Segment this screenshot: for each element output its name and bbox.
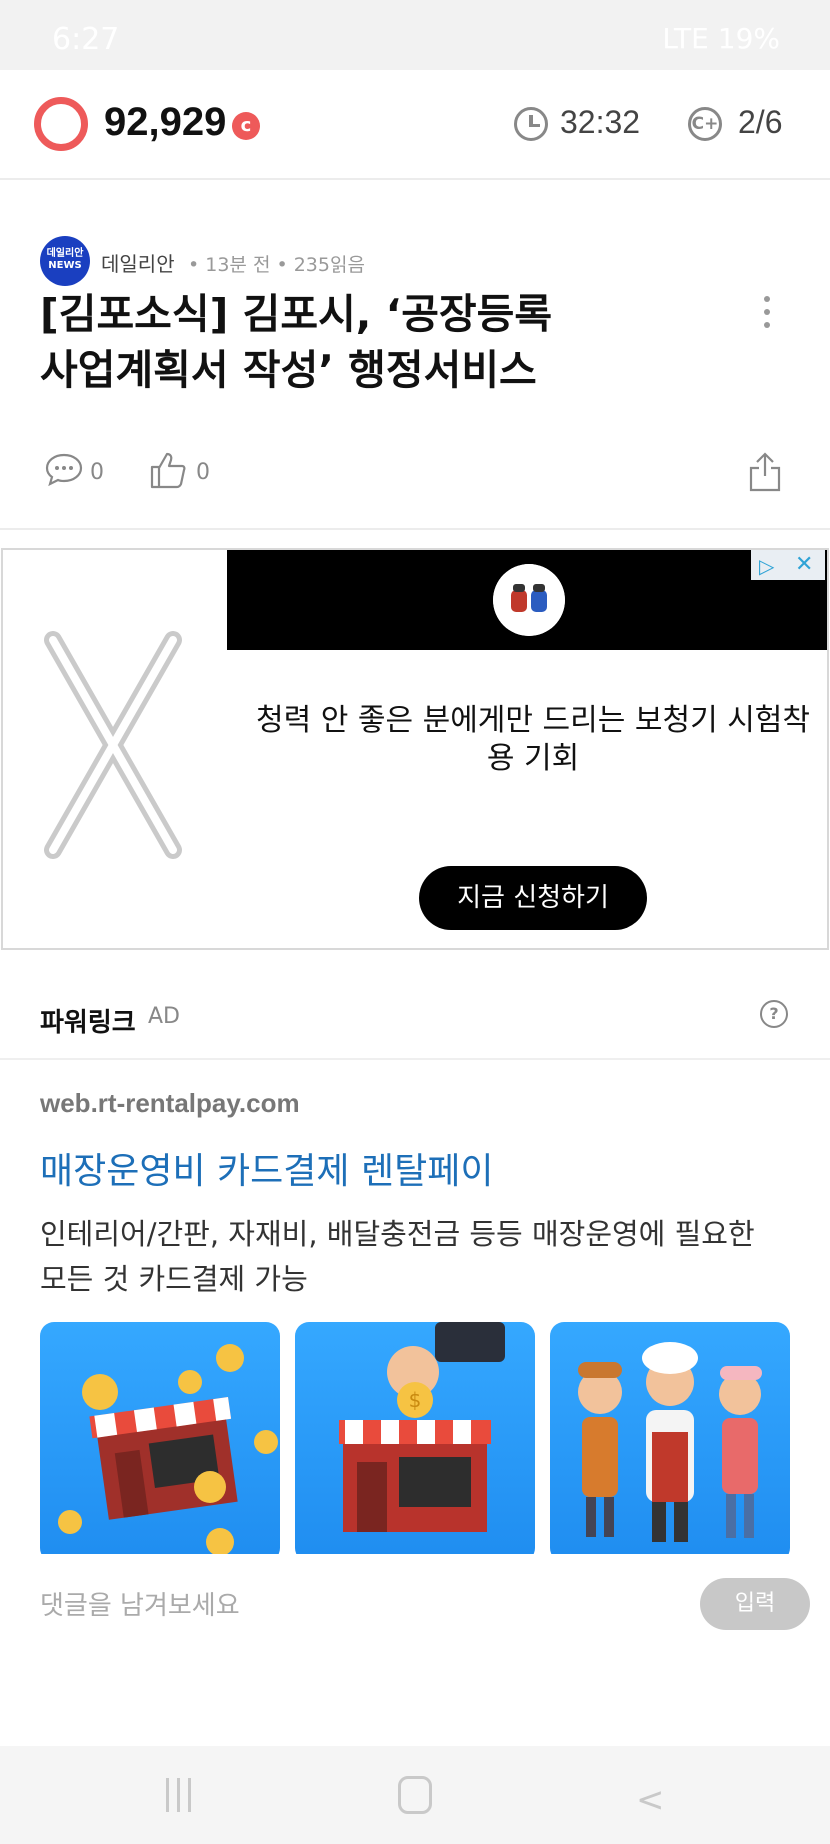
ad-title-link[interactable]: 매장운영비 카드결제 렌탈페이 bbox=[40, 1142, 493, 1194]
svg-text:$: $ bbox=[409, 1388, 422, 1412]
coin-icon: c bbox=[232, 112, 260, 140]
source-logo-text: 데일리안 bbox=[46, 248, 84, 259]
progress-ring-icon[interactable] bbox=[34, 97, 88, 151]
ad-image-header bbox=[227, 550, 827, 650]
powerlink-header: 파워링크 AD ? bbox=[0, 968, 830, 1060]
points-bar: 92,929 c 32:32 C+ 2/6 bbox=[0, 70, 830, 180]
home-icon[interactable] bbox=[398, 1776, 432, 1814]
article-meta: • 13분 전 • 235읽음 bbox=[188, 254, 365, 276]
ad-close-icon[interactable]: ✕ bbox=[795, 552, 813, 577]
recent-apps-icon[interactable] bbox=[166, 1778, 200, 1812]
system-nav-bar: < bbox=[0, 1746, 830, 1844]
store-coins-image bbox=[58, 1344, 278, 1556]
ad-thumbnail-coin-store[interactable]: $ bbox=[295, 1322, 535, 1562]
ad-description[interactable]: 인테리어/간판, 자재비, 배달충전금 등등 매장운영에 필요한 모든 것 카드… bbox=[40, 1212, 790, 1302]
article-progress: 2/6 bbox=[738, 104, 783, 140]
comment-bar: 입력 bbox=[0, 1554, 830, 1654]
article-title[interactable]: [김포소식] 김포시, ‘공장등록 사업계획서 작성’ 행정서비스 bbox=[40, 286, 600, 398]
status-time: 6:27 bbox=[52, 22, 120, 57]
submit-comment-button[interactable]: 입력 bbox=[700, 1578, 810, 1630]
comment-input[interactable] bbox=[40, 1584, 640, 1628]
source-logo-news: NEWS bbox=[48, 260, 82, 271]
powerlink-title: 파워링크 bbox=[40, 1008, 136, 1038]
status-battery: LTE 19% bbox=[662, 22, 780, 55]
hearing-aid-image bbox=[493, 564, 565, 636]
comment-icon[interactable] bbox=[44, 452, 84, 488]
ad-choices-icon[interactable]: ▷ bbox=[759, 554, 774, 578]
banner-ad[interactable]: ▷ ✕ 청력 안 좋은 분에게만 드리는 보청기 시험착용 기회 지금 신청하기 bbox=[1, 548, 829, 950]
share-icon[interactable] bbox=[748, 452, 782, 492]
clock-icon bbox=[514, 107, 548, 141]
hand-coin-store-image: $ bbox=[339, 1322, 505, 1532]
reading-timer: 32:32 bbox=[560, 104, 641, 140]
ad-url[interactable]: web.rt-rentalpay.com bbox=[40, 1088, 300, 1119]
thumbs-up-icon[interactable] bbox=[148, 450, 188, 490]
source-logo[interactable]: 데일리안 NEWS bbox=[40, 236, 90, 286]
ad-choices[interactable]: ▷ ✕ bbox=[751, 550, 825, 580]
staff-characters-image bbox=[578, 1342, 762, 1542]
apply-now-button[interactable]: 지금 신청하기 bbox=[419, 866, 647, 930]
source-name[interactable]: 데일리안 bbox=[101, 248, 175, 277]
like-count: 0 bbox=[196, 460, 210, 485]
article-actions: 0 0 bbox=[0, 440, 830, 530]
status-bar: 6:27 LTE 19% bbox=[0, 0, 830, 70]
back-icon[interactable]: < bbox=[636, 1780, 665, 1820]
coin-plus-icon: C+ bbox=[688, 107, 722, 141]
ad-thumbnail-store[interactable] bbox=[40, 1322, 280, 1562]
powerlink-ad-label: AD bbox=[148, 1004, 180, 1029]
ad-thumbnail-staff[interactable] bbox=[550, 1322, 790, 1562]
close-x-icon[interactable] bbox=[33, 620, 193, 870]
help-icon[interactable]: ? bbox=[760, 1000, 788, 1028]
ad-headline[interactable]: 청력 안 좋은 분에게만 드리는 보청기 시험착용 기회 bbox=[243, 702, 823, 778]
points-total: 92,929 bbox=[104, 100, 227, 144]
comment-count: 0 bbox=[90, 460, 104, 485]
more-options-icon[interactable] bbox=[762, 296, 772, 336]
